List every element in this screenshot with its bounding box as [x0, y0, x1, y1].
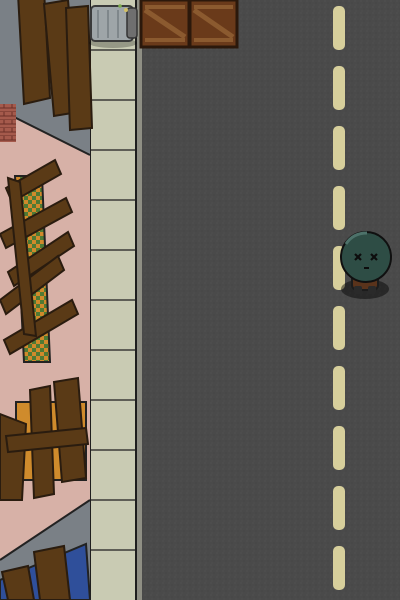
zombie[interactable]	[340, 231, 392, 299]
lane-dash	[333, 126, 345, 170]
brick-patch	[0, 104, 16, 142]
trash-can-lid	[126, 7, 138, 39]
plank	[32, 544, 72, 600]
plank	[0, 412, 28, 501]
game-scene	[0, 0, 400, 600]
lane-dash	[333, 366, 345, 410]
lane-dash	[333, 546, 345, 590]
plank	[64, 4, 94, 132]
lane-dash	[333, 186, 345, 230]
lane-dash	[333, 486, 345, 530]
road	[140, 0, 400, 600]
zombie-leg	[368, 286, 376, 294]
wood-crate-right	[188, 0, 239, 49]
wood-crate-left	[139, 0, 191, 49]
zombie-leg	[354, 286, 362, 294]
lane-dash	[333, 66, 345, 110]
scene-svg	[0, 0, 400, 600]
lane-dash	[333, 6, 345, 50]
plank	[0, 564, 36, 600]
lane-dash	[333, 306, 345, 350]
trash-can	[89, 4, 138, 48]
lane-dash	[333, 426, 345, 470]
